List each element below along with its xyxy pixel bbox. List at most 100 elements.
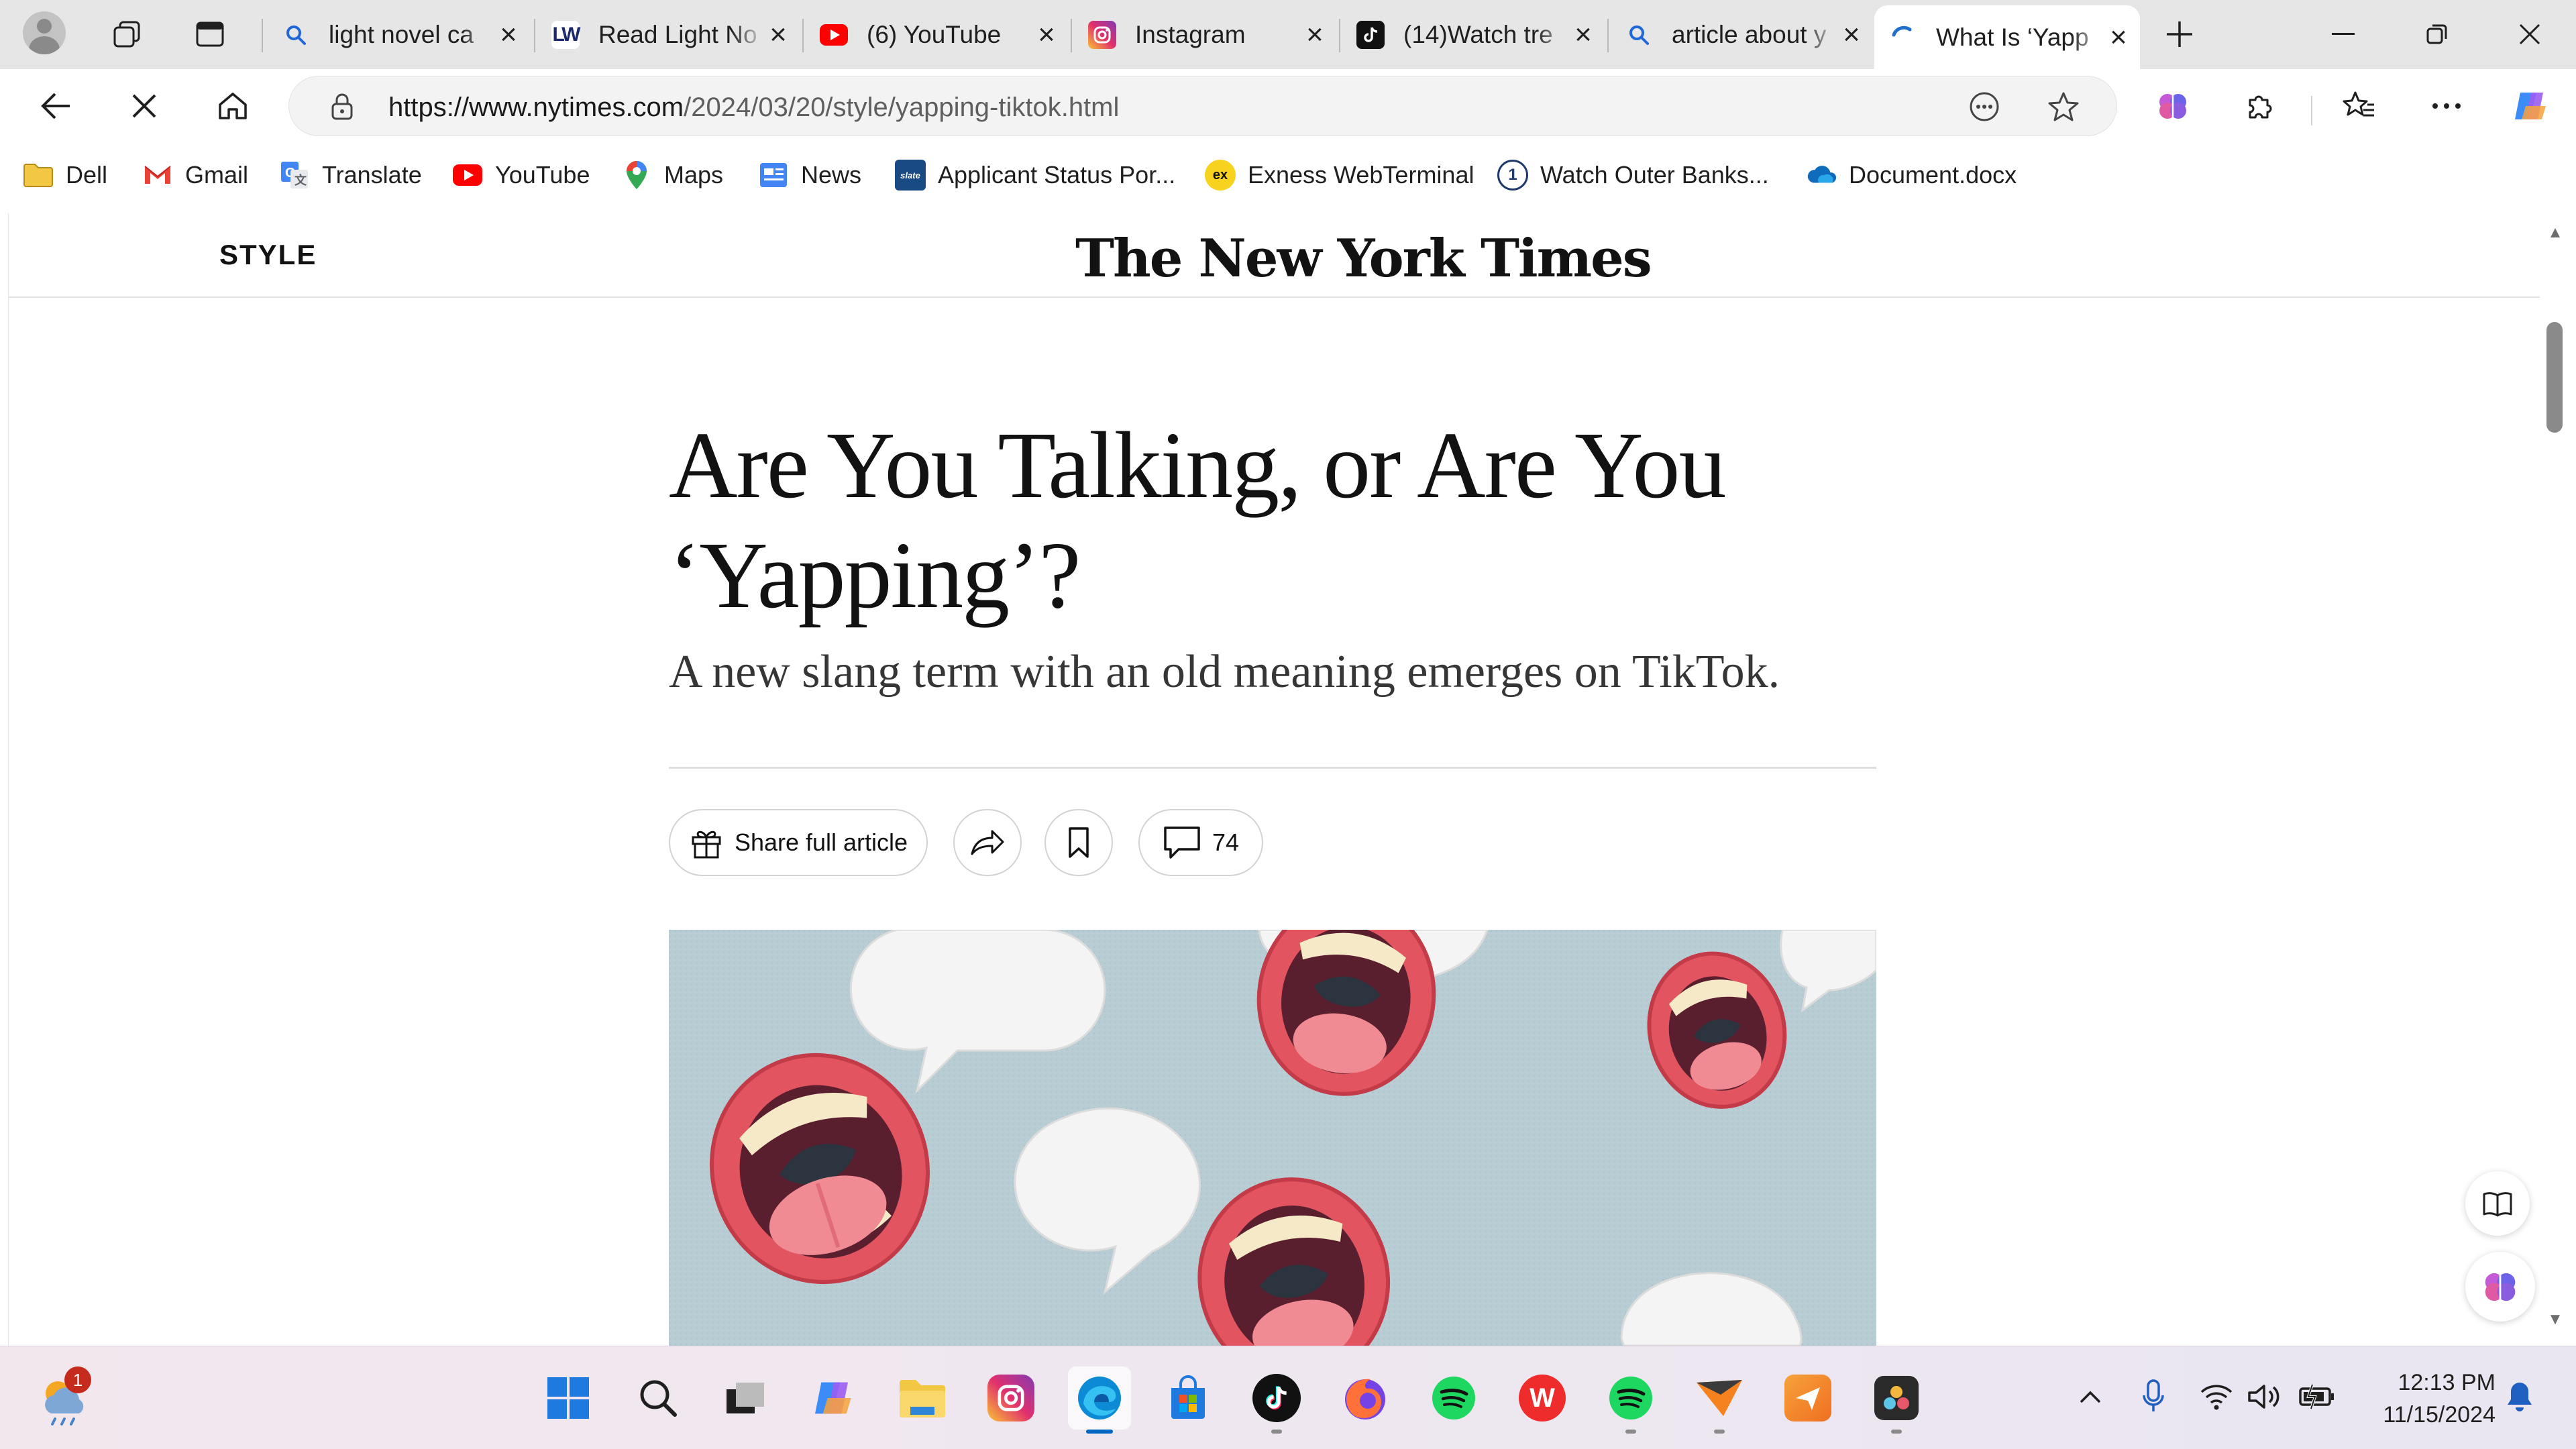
- favorite-item[interactable]: Dell: [23, 156, 107, 194]
- onedrive-icon: [1806, 160, 1837, 191]
- spotify-app-1[interactable]: [1422, 1366, 1485, 1430]
- page-scrollbar[interactable]: ▲ ▼: [2540, 213, 2576, 1346]
- volume-icon[interactable]: [2245, 1373, 2285, 1420]
- app-launcher-wing[interactable]: [1688, 1366, 1751, 1434]
- instagram-app[interactable]: [979, 1366, 1042, 1430]
- favorite-item[interactable]: ex Exness WebTerminal: [1205, 156, 1474, 194]
- close-tab-icon[interactable]: ×: [765, 18, 792, 51]
- close-tab-icon[interactable]: ×: [1838, 18, 1865, 51]
- profile-avatar[interactable]: [23, 11, 66, 54]
- address-bar[interactable]: https://www.nytimes.com/2024/03/20/style…: [288, 76, 2117, 136]
- home-button[interactable]: [211, 84, 255, 128]
- favorite-label: Maps: [664, 161, 724, 189]
- browser-tab[interactable]: article about y ×: [1610, 5, 1873, 64]
- search-button[interactable]: [627, 1366, 690, 1430]
- weather-widget[interactable]: 1: [35, 1366, 98, 1430]
- share-full-article-button[interactable]: Share full article: [669, 809, 928, 876]
- favorite-label: Dell: [66, 161, 108, 189]
- browser-tab[interactable]: light novel ca ×: [267, 5, 530, 64]
- browser-tab[interactable]: (6) YouTube ×: [805, 5, 1068, 64]
- microphone-icon[interactable]: [2133, 1373, 2174, 1420]
- tab-actions-icon[interactable]: [189, 13, 231, 55]
- close-tab-icon[interactable]: ×: [1301, 18, 1328, 51]
- site-info-lock-icon[interactable]: [327, 91, 358, 122]
- wps-office-app[interactable]: W: [1511, 1366, 1574, 1430]
- close-tab-icon[interactable]: ×: [2105, 21, 2132, 54]
- extensions-icon[interactable]: [2238, 84, 2282, 128]
- copilot-app[interactable]: [802, 1366, 865, 1430]
- favorite-item[interactable]: slate Applicant Status Por...: [895, 156, 1175, 194]
- show-hidden-icons-chevron[interactable]: [2070, 1373, 2110, 1420]
- stop-loading-button[interactable]: [122, 84, 166, 128]
- comments-button[interactable]: 74: [1138, 809, 1263, 876]
- file-explorer-app[interactable]: [891, 1366, 954, 1430]
- task-view-button[interactable]: [714, 1366, 777, 1430]
- instagram-icon: [1088, 21, 1116, 49]
- comment-count: 74: [1212, 828, 1240, 856]
- copilot-brain-icon[interactable]: [2151, 84, 2195, 128]
- url-text[interactable]: https://www.nytimes.com/2024/03/20/style…: [388, 93, 1119, 123]
- more-menu-icon[interactable]: [2424, 84, 2469, 128]
- start-button[interactable]: [537, 1366, 600, 1430]
- immersive-reader-button[interactable]: [2465, 1171, 2530, 1236]
- task-view-icon: [727, 1383, 764, 1413]
- favorite-label: Exness WebTerminal: [1248, 161, 1474, 189]
- close-window-icon[interactable]: [2509, 13, 2551, 55]
- tab-title: (14)Watch tre: [1403, 21, 1553, 48]
- nyt-masthead-logo[interactable]: The New York Times: [1075, 228, 1652, 289]
- tiktok-app[interactable]: [1245, 1366, 1308, 1434]
- bing-search-icon: [1625, 21, 1653, 49]
- microsoft-store-app[interactable]: [1157, 1366, 1220, 1430]
- bookmark-icon: [1069, 827, 1089, 858]
- wifi-icon[interactable]: [2196, 1373, 2237, 1420]
- notifications-bell-icon[interactable]: [2500, 1373, 2540, 1420]
- battery-icon[interactable]: [2297, 1373, 2337, 1420]
- scrollbar-thumb[interactable]: [2546, 322, 2563, 433]
- favorites-icon[interactable]: [2337, 84, 2381, 128]
- add-favorite-star-icon[interactable]: [2047, 90, 2080, 123]
- store-icon: [1171, 1375, 1205, 1419]
- favorite-item[interactable]: Maps: [621, 156, 723, 194]
- youtube-icon: [452, 160, 483, 191]
- edge-app[interactable]: [1068, 1366, 1131, 1434]
- favorite-label: YouTube: [495, 161, 590, 189]
- back-button[interactable]: [34, 84, 78, 128]
- favorite-item[interactable]: 1 Watch Outer Banks...: [1497, 156, 1769, 194]
- share-arrow-icon: [971, 830, 1004, 855]
- firefox-app[interactable]: [1334, 1366, 1397, 1430]
- save-article-button[interactable]: [1044, 809, 1113, 876]
- read-aloud-icon[interactable]: [1968, 90, 2001, 123]
- favorite-item[interactable]: Gmail: [142, 156, 248, 194]
- youtube-icon: [820, 21, 848, 49]
- favorite-label: News: [801, 161, 862, 189]
- system-clock[interactable]: 12:13 PM 11/15/2024: [2361, 1366, 2496, 1431]
- scroll-up-icon[interactable]: ▲: [2547, 223, 2563, 241]
- workspaces-icon[interactable]: [106, 13, 148, 55]
- close-tab-icon[interactable]: ×: [495, 18, 522, 51]
- favorite-item[interactable]: Document.docx: [1806, 156, 2017, 194]
- browser-tab-active[interactable]: What Is ‘Yapp ×: [1874, 5, 2140, 69]
- share-button[interactable]: [953, 809, 1022, 876]
- new-tab-button[interactable]: [2159, 13, 2200, 55]
- nyt-header: STYLE The New York Times: [9, 213, 2540, 298]
- article-hero-image[interactable]: [669, 930, 1876, 1346]
- close-tab-icon[interactable]: ×: [1033, 18, 1060, 51]
- copilot-icon[interactable]: [2509, 84, 2553, 128]
- davinci-resolve-app[interactable]: [1865, 1366, 1928, 1434]
- section-link-style[interactable]: STYLE: [219, 239, 317, 271]
- minimize-icon[interactable]: [2322, 13, 2364, 55]
- favorite-label: Translate: [322, 161, 422, 189]
- browser-tab[interactable]: LW Read Light No ×: [537, 5, 800, 64]
- orange-app[interactable]: [1776, 1366, 1839, 1430]
- scroll-down-icon[interactable]: ▼: [2547, 1310, 2563, 1328]
- browser-tab[interactable]: (14)Watch tre ×: [1342, 5, 1605, 64]
- folder-icon: [23, 160, 54, 191]
- favorite-item[interactable]: News: [758, 156, 861, 194]
- restore-icon[interactable]: [2416, 13, 2458, 55]
- spotify-app-2[interactable]: [1599, 1366, 1662, 1434]
- close-tab-icon[interactable]: ×: [1570, 18, 1597, 51]
- favorite-item[interactable]: YouTube: [452, 156, 590, 194]
- copilot-sidebar-button[interactable]: [2465, 1252, 2535, 1322]
- favorite-item[interactable]: G文 Translate: [279, 156, 422, 194]
- browser-tab[interactable]: Instagram ×: [1073, 5, 1336, 64]
